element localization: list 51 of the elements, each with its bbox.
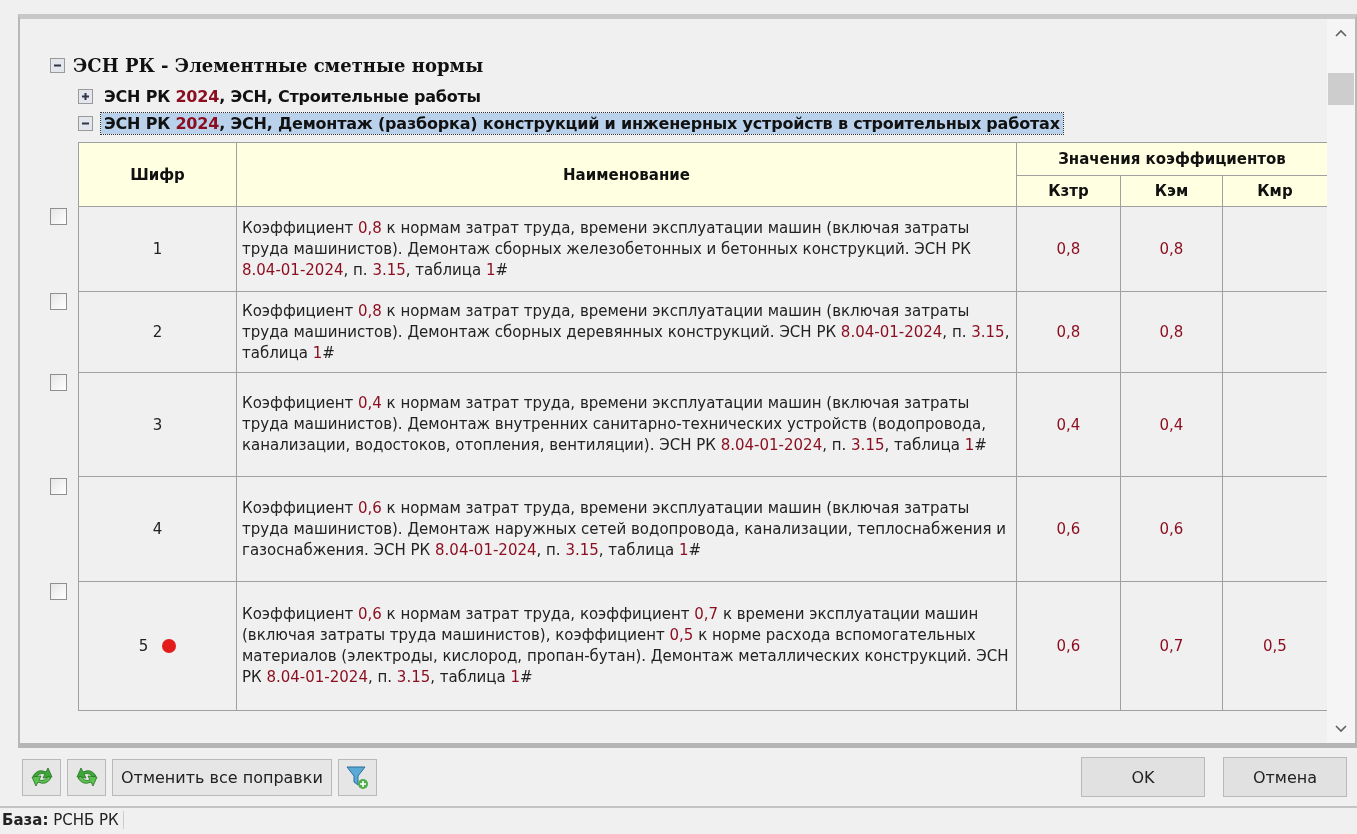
table-cell: Коэффициент 0,6 к нормам затрат труда, времени эксплуатации машин (включая затраты труда машинистов). Демонтаж наружных сетей водопровода, канализации, теплоснабжения и газоснабжения. ЭСН РК 8.04-01-2024, п. 3.15, таблица 1# <box>236 476 1017 582</box>
collapse-toggle[interactable] <box>78 116 93 131</box>
table-cell: 0,8 <box>1016 206 1121 292</box>
table-cell: 5 <box>138 637 149 655</box>
table-cell: Коэффициент 0,8 к нормам затрат труда, времени эксплуатации машин (включая затраты труда машинистов). Демонтаж сборных деревянных конструкций. ЭСН РК 8.04-01-2024, п. 3.15, таблица 1# <box>236 291 1017 373</box>
table-cell: 2 <box>152 323 163 341</box>
tree-node-label[interactable]: ЭСН РК 2024, ЭСН, Строительные работы <box>101 86 484 107</box>
row-checkbox[interactable] <box>50 478 67 495</box>
tree-node-label[interactable]: ЭСН РК 2024, ЭСН, Демонтаж (разборка) конструкций и инженерных устройств в строительных работах <box>101 113 1063 134</box>
undo-button[interactable] <box>22 758 61 796</box>
row-checkbox[interactable] <box>50 583 67 600</box>
table-cell: 0,6 <box>1120 476 1223 582</box>
circular-arrows-icon <box>74 766 99 788</box>
circular-arrows-icon <box>29 766 54 788</box>
table-cell: 0,8 <box>1120 206 1223 292</box>
column-group-header: Значения коэффициентов <box>1016 142 1327 176</box>
expand-toggle[interactable] <box>78 89 93 104</box>
table-cell: 0,7 <box>1120 581 1223 711</box>
table-cell: 0,8 <box>1016 291 1121 373</box>
column-header: Кзтр <box>1016 175 1121 207</box>
row-checkbox[interactable] <box>50 208 67 225</box>
column-header: Наименование <box>236 142 1017 207</box>
table-cell: 0,8 <box>1120 291 1223 373</box>
table-cell: 0,6 <box>1016 476 1121 582</box>
row-checkbox[interactable] <box>50 374 67 391</box>
tree-node-label[interactable]: ЭСН РК - Элементные сметные нормы <box>73 55 484 76</box>
redo-button[interactable] <box>67 758 106 796</box>
table-cell: 0,4 <box>1120 372 1223 477</box>
cancel-button[interactable]: Отмена <box>1223 757 1347 797</box>
funnel-plus-icon <box>345 764 370 790</box>
table-cell: Коэффициент 0,8 к нормам затрат труда, времени эксплуатации машин (включая затраты труда машинистов). Демонтаж сборных железобетонных и бетонных конструкций. ЭСН РК 8.04-01-2024, п. 3.15, таблица 1# <box>236 206 1017 292</box>
reset-button[interactable]: Отменить все поправки <box>112 758 332 796</box>
ok-button[interactable]: OK <box>1081 757 1205 797</box>
column-header: Кэм <box>1120 175 1223 207</box>
column-header: Кмр <box>1222 175 1327 207</box>
collapse-toggle[interactable] <box>50 58 65 73</box>
table-cell: 0,4 <box>1016 372 1121 477</box>
scroll-up-icon[interactable] <box>1335 29 1347 37</box>
row-checkbox[interactable] <box>50 293 67 310</box>
table-cell: 0,6 <box>1016 581 1121 711</box>
filter-button[interactable] <box>337 758 377 796</box>
scroll-down-icon[interactable] <box>1335 725 1347 733</box>
column-header: Шифр <box>78 142 237 207</box>
status-text: База: РСНБ РК <box>2 811 124 829</box>
scroll-thumb[interactable] <box>1328 73 1354 105</box>
scrollbar[interactable] <box>1327 19 1355 743</box>
table-cell: Коэффициент 0,4 к нормам затрат труда, времени эксплуатации машин (включая затраты труда машинистов). Демонтаж внутренних санитарно-технических устройств (водопровода, канализации, водостоков, отопления, вентиляции). ЭСН РК 8.04-01-2024, п. 3.15, таблица 1# <box>236 372 1017 477</box>
table-cell: 3 <box>152 415 163 434</box>
table-cell: 1 <box>152 240 163 258</box>
table-cell: 4 <box>152 520 163 538</box>
table-cell: Коэффициент 0,6 к нормам затрат труда, коэффициент 0,7 к времени эксплуатации машин (включая затраты труда машинистов), коэффициент 0,5 к норме расхода вспомогательных материалов (электроды, кислород, пропан-бутан). Демонтаж металлических конструкций. ЭСН РК 8.04-01-2024, п. 3.15, таблица 1# <box>236 581 1017 711</box>
